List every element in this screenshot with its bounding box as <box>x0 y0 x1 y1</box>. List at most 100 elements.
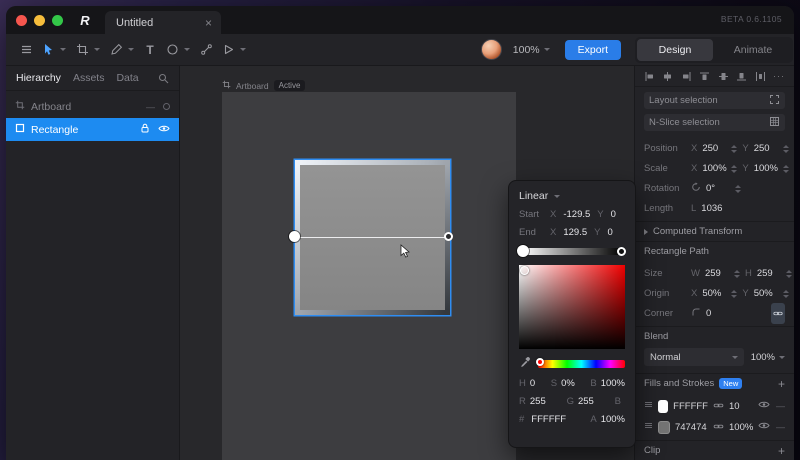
hue-field[interactable]: H0 <box>519 378 535 389</box>
hue-slider-handle[interactable] <box>536 357 544 366</box>
align-top-icon[interactable] <box>699 71 710 82</box>
color-picker-cursor[interactable] <box>520 266 529 275</box>
fill-opacity-input[interactable]: 100% <box>729 422 753 433</box>
blue-field[interactable]: B <box>615 396 625 407</box>
origin-y-input[interactable]: 50% <box>754 288 778 299</box>
scale-y-stepper[interactable] <box>782 164 789 173</box>
position-y-stepper[interactable] <box>782 144 789 153</box>
avatar[interactable] <box>480 39 502 60</box>
rotation-stepper[interactable] <box>735 184 741 193</box>
distribute-horizontal-icon[interactable] <box>755 71 766 82</box>
more-options-icon[interactable]: ··· <box>773 71 785 81</box>
gradient-start-handle[interactable] <box>289 231 300 242</box>
saturation-brightness-picker[interactable] <box>519 265 625 349</box>
stroke-width-input[interactable]: 10 <box>729 401 753 412</box>
green-field[interactable]: G 255 <box>567 396 594 407</box>
align-left-icon[interactable] <box>644 71 655 82</box>
position-y-input[interactable]: 250 <box>754 143 778 154</box>
minus-icon[interactable]: — <box>146 102 155 112</box>
minimize-window-button[interactable] <box>34 14 45 26</box>
remove-icon[interactable]: — <box>776 401 785 411</box>
position-x-stepper[interactable] <box>731 144 738 153</box>
export-button[interactable]: Export <box>564 39 621 60</box>
align-center-horizontal-icon[interactable] <box>662 71 673 82</box>
stroke-hex-value[interactable]: FFFFFF <box>673 401 708 412</box>
eyedropper-icon[interactable] <box>519 356 531 371</box>
document-tab[interactable]: Untitled × <box>105 11 221 34</box>
alpha-field[interactable]: A 100% <box>590 414 625 425</box>
color-swatch[interactable] <box>658 420 670 434</box>
size-w-stepper[interactable] <box>733 269 740 278</box>
link-icon[interactable] <box>713 422 724 433</box>
chevron-down-icon[interactable] <box>128 48 134 51</box>
gradient-stop-start[interactable] <box>517 245 529 257</box>
saturation-field[interactable]: S 0% <box>551 378 575 389</box>
color-swatch[interactable] <box>658 399 669 413</box>
align-right-icon[interactable] <box>681 71 692 82</box>
zoom-control[interactable]: 100% <box>513 44 554 56</box>
scale-x-stepper[interactable] <box>731 164 738 173</box>
align-bottom-icon[interactable] <box>736 71 747 82</box>
gradient-stops-bar[interactable] <box>517 245 626 257</box>
origin-x-input[interactable]: 50% <box>702 288 726 299</box>
size-h-stepper[interactable] <box>785 269 792 278</box>
eye-icon[interactable] <box>158 124 170 136</box>
blend-opacity-control[interactable]: 100% <box>751 352 785 363</box>
tab-close-icon[interactable]: × <box>205 16 212 30</box>
fill-row[interactable]: 747474 100% — <box>644 419 785 435</box>
size-h-input[interactable]: 259 <box>757 268 781 279</box>
chevron-down-icon[interactable] <box>240 48 246 51</box>
hue-slider[interactable] <box>536 357 625 368</box>
red-field[interactable]: R 255 <box>519 396 546 407</box>
chevron-down-icon[interactable] <box>184 48 190 51</box>
add-fill-button[interactable]: + <box>778 378 785 390</box>
origin-x-stepper[interactable] <box>731 289 738 298</box>
fill-hex-value[interactable]: 747474 <box>675 422 708 433</box>
search-icon[interactable] <box>158 73 169 84</box>
link-icon[interactable] <box>713 401 724 412</box>
rotation-input[interactable]: 0° <box>706 183 730 194</box>
select-tool-icon[interactable] <box>38 40 58 60</box>
fullscreen-window-button[interactable] <box>52 14 63 26</box>
origin-y-stepper[interactable] <box>782 289 789 298</box>
shape-tool-icon[interactable] <box>162 40 182 60</box>
tab-assets[interactable]: Assets <box>73 72 105 84</box>
size-w-input[interactable]: 259 <box>705 268 729 279</box>
artboard-label[interactable]: Artboard Active <box>222 80 306 91</box>
close-window-button[interactable] <box>16 14 27 26</box>
tab-data[interactable]: Data <box>116 72 138 84</box>
gradient-end-y-input[interactable]: 0 <box>607 227 612 238</box>
blend-mode-dropdown[interactable]: Normal <box>644 348 744 366</box>
nslice-selection-button[interactable]: N-Slice selection <box>644 114 785 131</box>
reorder-handle-icon[interactable] <box>644 400 653 412</box>
stroke-row[interactable]: FFFFFF 10 — <box>644 398 785 414</box>
add-clip-button[interactable]: + <box>778 445 785 457</box>
position-x-input[interactable]: 250 <box>702 143 726 154</box>
tab-hierarchy[interactable]: Hierarchy <box>16 72 61 84</box>
remove-icon[interactable]: — <box>776 422 785 432</box>
align-middle-vertical-icon[interactable] <box>718 71 729 82</box>
gradient-end-handle[interactable] <box>444 232 453 241</box>
pen-tool-icon[interactable] <box>106 40 126 60</box>
artboard-tool-icon[interactable] <box>72 40 92 60</box>
corner-link-toggle[interactable] <box>771 303 785 324</box>
scale-y-input[interactable]: 100% <box>754 163 778 174</box>
computed-transform-section[interactable]: Computed Transform <box>635 221 794 241</box>
hex-input[interactable]: FFFFFF <box>531 414 566 425</box>
scale-x-input[interactable]: 100% <box>702 163 726 174</box>
gradient-start-y-input[interactable]: 0 <box>611 209 616 220</box>
tree-item-artboard[interactable]: Artboard — <box>6 95 179 118</box>
lock-icon[interactable] <box>140 123 150 137</box>
bone-tool-icon[interactable] <box>196 40 216 60</box>
layout-selection-button[interactable]: Layout selection <box>644 92 785 109</box>
tree-item-rectangle[interactable]: Rectangle <box>6 118 179 141</box>
text-tool-icon[interactable]: T <box>140 40 160 60</box>
gradient-stop-end[interactable] <box>617 247 626 256</box>
gradient-type-dropdown[interactable]: Linear <box>519 190 625 202</box>
corner-input[interactable]: 0 <box>706 308 730 319</box>
gradient-start-x-input[interactable]: -129.5 <box>563 209 590 220</box>
tab-animate[interactable]: Animate <box>715 39 791 61</box>
chevron-down-icon[interactable] <box>94 48 100 51</box>
target-icon[interactable] <box>163 103 170 110</box>
eye-icon[interactable] <box>758 421 770 433</box>
